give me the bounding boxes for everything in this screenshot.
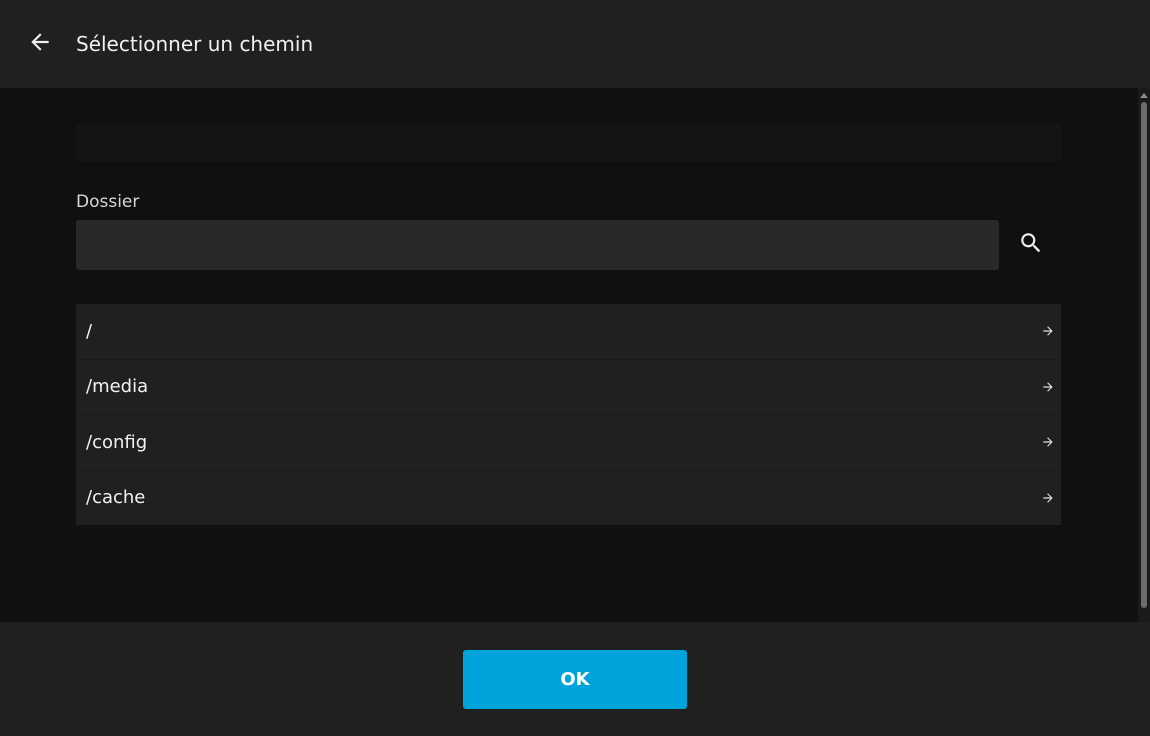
page-title: Sélectionner un chemin <box>76 32 314 56</box>
directory-label: /media <box>86 376 149 398</box>
arrow-left-icon <box>27 29 53 59</box>
arrow-right-icon <box>1041 491 1055 505</box>
scrollbar-thumb[interactable] <box>1141 102 1147 608</box>
directory-item-media[interactable]: /media <box>76 360 1061 415</box>
directory-list: / /media /config /cache <box>76 304 1061 525</box>
directory-label: /config <box>86 431 148 453</box>
search-button[interactable] <box>1010 224 1052 266</box>
back-button[interactable] <box>22 26 58 62</box>
dialog-footer: OK <box>0 622 1150 736</box>
ok-button[interactable]: OK <box>463 650 687 709</box>
directory-item-config[interactable]: /config <box>76 415 1061 471</box>
directory-item-root[interactable]: / <box>76 304 1061 360</box>
current-path-display <box>76 124 1061 162</box>
search-icon <box>1018 230 1044 260</box>
arrow-right-icon <box>1041 380 1055 394</box>
select-path-dialog: Sélectionner un chemin Dossier / /media <box>0 0 1150 736</box>
dialog-header: Sélectionner un chemin <box>0 0 1150 88</box>
directory-item-cache[interactable]: /cache <box>76 471 1061 526</box>
folder-input[interactable] <box>76 220 999 270</box>
folder-label: Dossier <box>76 192 140 212</box>
dialog-content: Dossier / /media /config /cache <box>0 88 1138 622</box>
directory-label: / <box>86 320 93 342</box>
directory-label: /cache <box>86 487 146 509</box>
vertical-scrollbar[interactable] <box>1138 88 1150 622</box>
scroll-up-arrow-icon[interactable] <box>1140 93 1148 98</box>
arrow-right-icon <box>1041 435 1055 449</box>
arrow-right-icon <box>1041 324 1055 338</box>
